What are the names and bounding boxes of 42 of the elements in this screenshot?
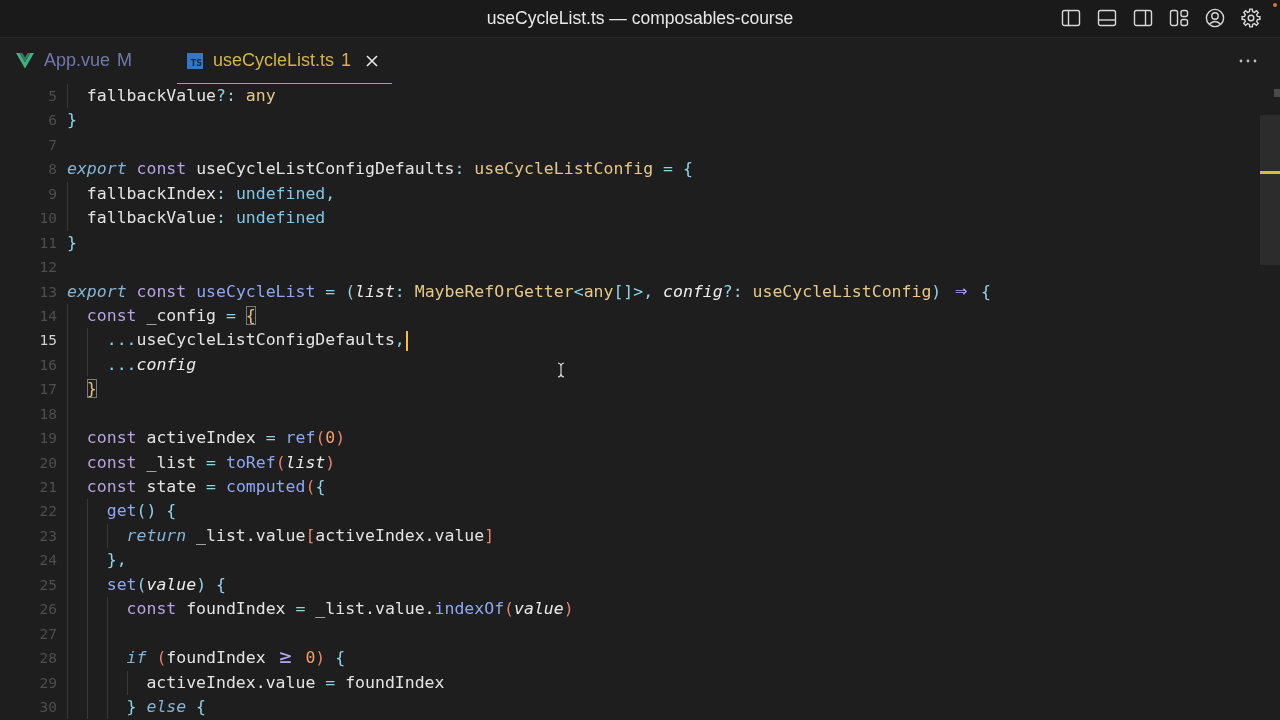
code-line: } [67, 109, 77, 132]
code-line: const state = computed({ [86, 476, 326, 498]
code-line: set(value) { [106, 573, 226, 596]
code-line: get() { [106, 500, 177, 523]
vue-file-icon [16, 52, 34, 69]
panel-bottom-icon[interactable] [1097, 8, 1117, 28]
file-type-badge: TS [187, 52, 204, 69]
overview-marker [1274, 89, 1280, 97]
settings-icon[interactable] [1241, 8, 1261, 28]
editor-tab[interactable]: TS useCycleList.ts 1 [177, 38, 393, 84]
code-line: ...useCycleListConfigDefaults, [106, 329, 405, 352]
code-line: activeIndex.value = foundIndex [146, 671, 445, 694]
more-icon[interactable] [1239, 59, 1257, 63]
close-button[interactable] [365, 53, 380, 68]
code-line: fallbackValue?: any [86, 85, 276, 107]
code-line: if (foundIndex ≥ 0) { [126, 646, 346, 671]
code-line: } else { [126, 695, 207, 718]
code-line: return _list.value[activeIndex.value] [126, 524, 495, 547]
account-icon[interactable] [1205, 8, 1225, 28]
sidebar-left-icon[interactable] [1061, 8, 1081, 28]
code-line: fallbackIndex: undefined, [86, 182, 336, 205]
notification-dot-icon [1273, 3, 1277, 7]
editor-tab[interactable]: App.vue M [0, 38, 174, 84]
scrollbar-thumb[interactable] [1260, 115, 1280, 265]
code-line: const foundIndex = _list.value.indexOf(value) [126, 598, 574, 621]
layout-icon[interactable] [1169, 8, 1189, 28]
code-line: export const useCycleList = (list: MaybeRefOrGetter<any[]>, config?: useCycleListConfig) ⇒ { [67, 279, 991, 304]
line-number: 15 [38, 331, 57, 351]
code-line: const _list = toRef(list) [86, 451, 336, 474]
code-line: }, [106, 549, 127, 572]
code-line: } [67, 231, 77, 254]
i-beam-pointer-icon [557, 362, 565, 378]
code-line: export const useCycleListConfigDefaults: useCycleListConfig = { [67, 158, 693, 181]
window-title: useCycleList.ts — composables-course [486, 8, 794, 29]
code-line: const activeIndex = ref(0) [86, 427, 346, 450]
overview-marker [1260, 171, 1280, 174]
close-icon [366, 54, 379, 67]
code-line: ...config [106, 353, 197, 376]
code-line: fallbackValue: undefined [86, 207, 326, 230]
code-line: } [86, 378, 97, 401]
sidebar-right-icon[interactable] [1133, 8, 1153, 28]
code-line: const _config = { [86, 304, 256, 327]
